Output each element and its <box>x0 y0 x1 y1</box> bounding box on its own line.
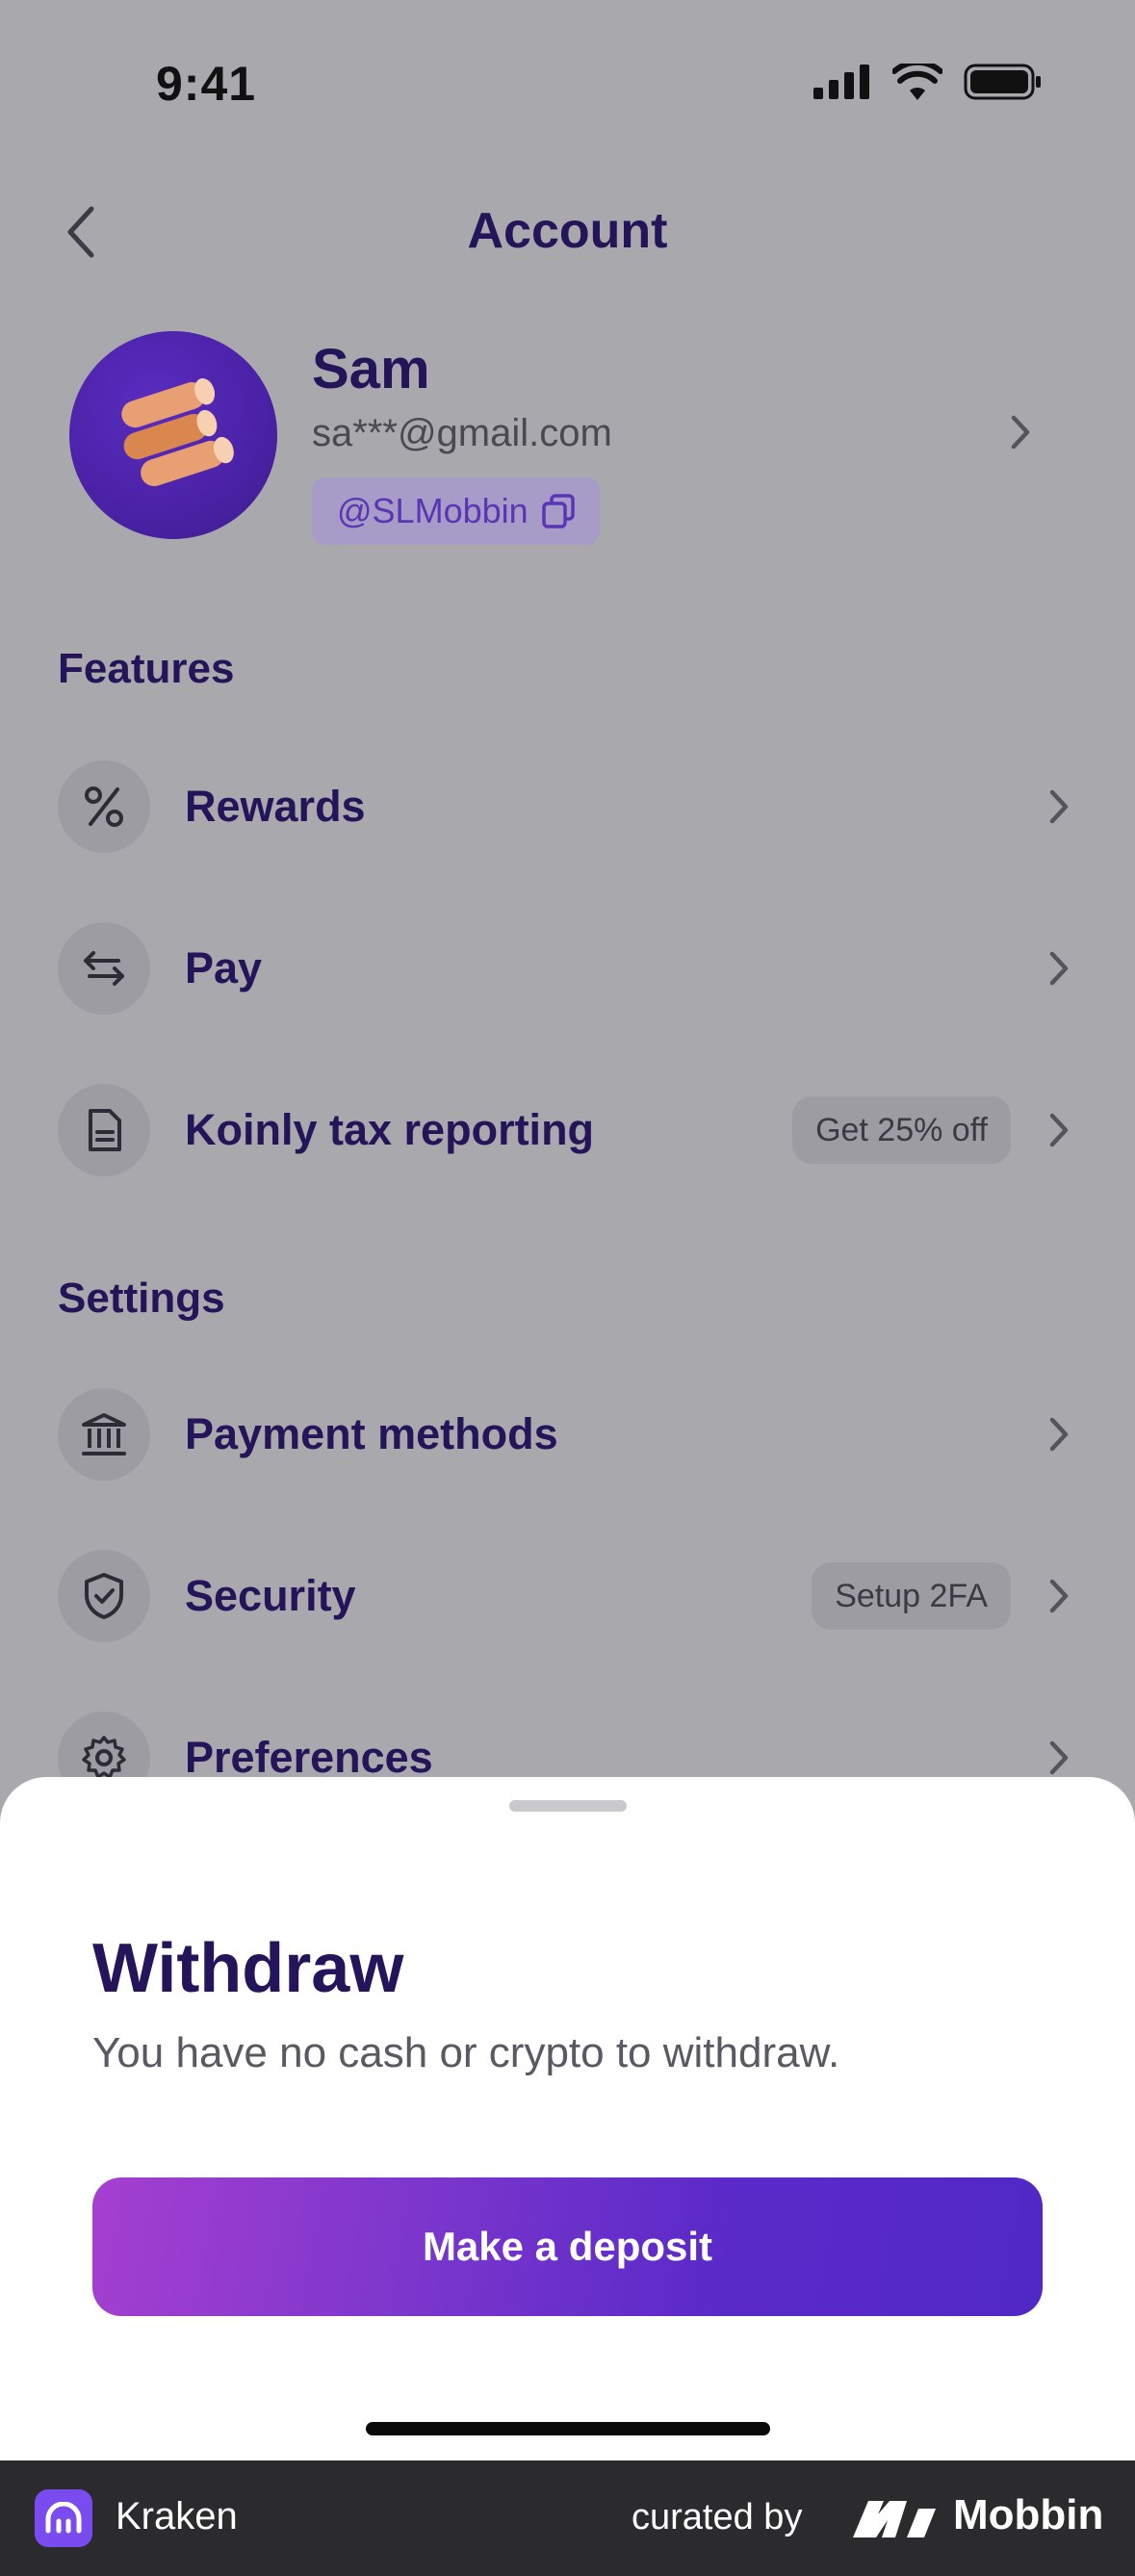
page-title: Account <box>467 203 668 259</box>
account-screen: 9:41 Account Sam sa***@gmail.com @SLMobb… <box>0 0 1135 2460</box>
chevron-right-icon <box>1040 1739 1078 1776</box>
settings-label: Security <box>185 1571 356 1620</box>
avatar[interactable] <box>69 331 277 539</box>
battery-icon <box>964 64 1041 100</box>
bank-icon <box>58 1388 150 1481</box>
settings-item-security[interactable]: Security Setup 2FA <box>58 1548 1078 1644</box>
sheet-title: Withdraw <box>92 1930 404 2007</box>
feature-label: Koinly tax reporting <box>185 1105 595 1154</box>
home-indicator <box>366 2422 770 2435</box>
status-time: 9:41 <box>156 57 257 111</box>
coin-stack-icon <box>121 378 234 487</box>
settings-item-payment-methods[interactable]: Payment methods <box>58 1386 1078 1482</box>
features-title: Features <box>58 645 235 692</box>
app-name: Kraken <box>116 2495 238 2537</box>
percent-icon <box>58 760 150 853</box>
feature-label: Pay <box>185 943 263 992</box>
profile-name: Sam <box>312 338 430 400</box>
mobbin-logo-icon <box>851 2497 938 2544</box>
profile-chevron-icon[interactable] <box>1010 414 1031 455</box>
chevron-right-icon <box>1040 1416 1078 1453</box>
feature-item-rewards[interactable]: Rewards <box>58 759 1078 855</box>
signal-icon <box>813 64 869 99</box>
promo-badge: Get 25% off <box>792 1096 1011 1164</box>
shield-check-icon <box>58 1550 150 1642</box>
settings-label: Preferences <box>185 1733 433 1782</box>
status-icons <box>813 64 1043 100</box>
chevron-right-icon <box>1040 1578 1078 1614</box>
make-deposit-button[interactable]: Make a deposit <box>92 2177 1043 2316</box>
wifi-icon <box>892 64 942 100</box>
feature-item-koinly[interactable]: Koinly tax reporting Get 25% off <box>58 1082 1078 1178</box>
feature-label: Rewards <box>185 782 366 831</box>
chevron-right-icon <box>1040 950 1078 987</box>
handle-chip[interactable]: @SLMobbin <box>312 477 600 545</box>
profile-email: sa***@gmail.com <box>312 412 612 454</box>
settings-title: Settings <box>58 1275 225 1322</box>
document-icon <box>58 1084 150 1176</box>
chevron-right-icon <box>1040 1112 1078 1148</box>
footer-banner: Kraken curated by Mobbin <box>0 2460 1135 2576</box>
kraken-logo-icon <box>35 2489 92 2547</box>
curated-by-text: curated by <box>632 2497 803 2537</box>
feature-item-pay[interactable]: Pay <box>58 920 1078 1017</box>
copy-icon <box>541 494 575 528</box>
withdraw-sheet: Withdraw You have no cash or crypto to w… <box>0 1777 1135 2460</box>
brand-name: Mobbin <box>953 2491 1104 2538</box>
settings-label: Payment methods <box>185 1409 558 1458</box>
chevron-right-icon <box>1040 788 1078 825</box>
sheet-subtitle: You have no cash or crypto to withdraw. <box>92 2029 840 2076</box>
transfer-arrows-icon <box>58 922 150 1015</box>
handle-text: @SLMobbin <box>337 491 529 530</box>
setup-2fa-badge: Setup 2FA <box>812 1562 1011 1630</box>
sheet-grabber[interactable] <box>509 1800 627 1812</box>
